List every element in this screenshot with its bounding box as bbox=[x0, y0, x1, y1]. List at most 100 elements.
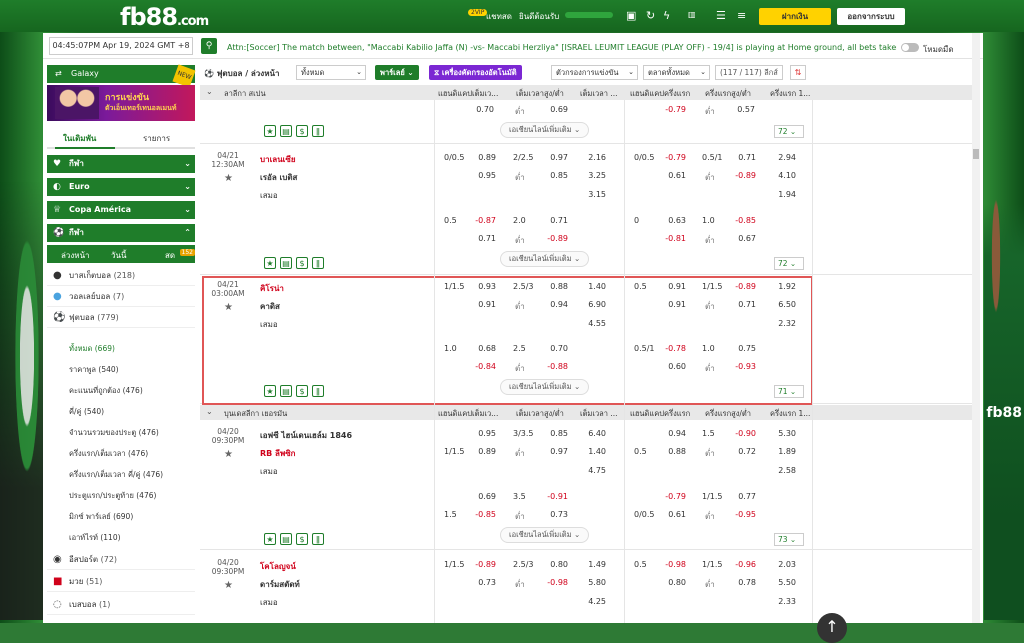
odds-cell[interactable]: 1.94 bbox=[768, 190, 796, 199]
stats-icon[interactable]: ▤ bbox=[280, 533, 292, 545]
tab-mybets[interactable]: ในเดิมพัน bbox=[63, 132, 96, 145]
odds-cell[interactable]: 0.89 bbox=[468, 447, 496, 456]
sport-esports[interactable]: ◉ อีสปอร์ต (72) bbox=[47, 549, 195, 570]
sort-select[interactable]: ตัวกรองการแข่งขัน ⌄ bbox=[551, 65, 638, 80]
odds-cell[interactable]: -0.79 bbox=[658, 153, 686, 162]
wallet-icon[interactable]: ▣ bbox=[626, 9, 636, 22]
star-icon[interactable]: ★ bbox=[264, 533, 276, 545]
odds-cell[interactable]: 0.70 bbox=[466, 105, 494, 114]
refresh-icon[interactable]: ↻ bbox=[646, 9, 655, 22]
odds-cell[interactable]: 0.95 bbox=[468, 429, 496, 438]
odds-cell[interactable]: 3.25 bbox=[578, 171, 606, 180]
sport-baseball[interactable]: ◌ เบสบอล (1) bbox=[47, 594, 195, 615]
tab-list[interactable]: รายการ bbox=[143, 132, 170, 145]
odds-cell[interactable]: -0.79 bbox=[658, 492, 686, 501]
odds-cell[interactable]: -0.79 bbox=[658, 105, 686, 114]
sort-icon[interactable]: ⇅ bbox=[790, 65, 806, 80]
odds-cell[interactable]: 0.69 bbox=[468, 492, 496, 501]
search-icon[interactable]: ⚲ bbox=[201, 38, 217, 54]
collapse-icon[interactable]: ⌄ bbox=[206, 407, 213, 416]
odds-cell[interactable]: 6.40 bbox=[578, 429, 606, 438]
away-team[interactable]: เรอัล เบติส bbox=[260, 171, 297, 184]
auto-filter-button[interactable]: ⧖ เครื่องคัดกรองอัตโนมัติ bbox=[429, 65, 522, 80]
odds-cell[interactable]: 4.25 bbox=[578, 597, 606, 606]
all-select[interactable]: ทั้งหมด ⌄ bbox=[296, 65, 366, 80]
odds-cell[interactable]: 2.03 bbox=[768, 560, 796, 569]
favorite-star-icon[interactable]: ★ bbox=[224, 449, 233, 460]
odds-cell[interactable]: -0.87 bbox=[468, 216, 496, 225]
home-team[interactable]: บาเลนเซีย bbox=[260, 153, 296, 166]
subitem-total-goals[interactable]: จำนวนรวมของประตู (476) bbox=[69, 427, 159, 439]
chart-icon[interactable]: ǁ bbox=[312, 533, 324, 545]
odds-cell[interactable]: 0.97 bbox=[540, 153, 568, 162]
odds-cell[interactable]: 0.85 bbox=[540, 171, 568, 180]
subitem-first-last-goal[interactable]: ประตูแรก/ประตูท้าย (476) bbox=[69, 490, 156, 502]
sport-boxing[interactable]: ■ มวย (51) bbox=[47, 571, 195, 592]
promo-banner[interactable]: การแข่งขัน ตัวเอ็นเทอร์เทนอลเมนท์ bbox=[47, 85, 195, 121]
odds-cell[interactable]: -0.90 bbox=[728, 429, 756, 438]
category-sports[interactable]: ♥ กีฬา ⌄ bbox=[47, 155, 195, 173]
favorite-star-icon[interactable]: ★ bbox=[224, 173, 233, 184]
tab-early[interactable]: ล่วงหน้า bbox=[61, 249, 90, 266]
odds-cell[interactable]: 0.73 bbox=[468, 578, 496, 587]
dollar-icon[interactable]: $ bbox=[296, 125, 308, 137]
odds-cell[interactable]: -0.98 bbox=[540, 578, 568, 587]
parlay-button[interactable]: พาร์เลย์ ⌄ bbox=[375, 65, 419, 80]
odds-cell[interactable]: 0.69 bbox=[540, 105, 568, 114]
odds-cell[interactable]: 0.63 bbox=[658, 216, 686, 225]
subitem-mix-parlay[interactable]: มิกซ์ พาร์เลย์ (690) bbox=[69, 511, 133, 523]
odds-cell[interactable]: 2.33 bbox=[768, 597, 796, 606]
league-header-bundesliga[interactable]: ⌄ บุนเดสลีกา เยอรมัน แฮนดิแคปเต็มเว... เ… bbox=[200, 405, 980, 420]
subitem-ht-ft-odd-even[interactable]: ครึ่งแรก/เต็มเวลา คี่/คู่ (476) bbox=[69, 469, 163, 481]
scrollbar-thumb[interactable] bbox=[973, 149, 979, 159]
sport-volleyball[interactable]: ● วอลเลย์บอล (7) bbox=[47, 286, 195, 307]
odds-cell[interactable]: 5.30 bbox=[768, 429, 796, 438]
odds-cell[interactable]: 4.10 bbox=[768, 171, 796, 180]
collapse-icon[interactable]: ⌄ bbox=[206, 87, 213, 96]
sport-basketball[interactable]: ● บาสเก็ตบอล (218) bbox=[47, 265, 195, 286]
category-sports-2[interactable]: ⚽ กีฬา ⌃ bbox=[47, 224, 195, 242]
odds-cell[interactable]: 0.73 bbox=[540, 510, 568, 519]
odds-cell[interactable]: 2.58 bbox=[768, 466, 796, 475]
odds-cell[interactable]: 1.89 bbox=[768, 447, 796, 456]
category-euro[interactable]: ◐ Euro ⌄ bbox=[47, 178, 195, 196]
announcement-marquee[interactable]: Attn:[Soccer] The match between, "Maccab… bbox=[227, 43, 897, 52]
logout-button[interactable]: ออกจากระบบ bbox=[837, 8, 905, 25]
subitem-correct-score[interactable]: คะแนนที่ถูกต้อง (476) bbox=[69, 385, 143, 397]
odds-cell[interactable]: 4.75 bbox=[578, 466, 606, 475]
odds-cell[interactable]: 5.80 bbox=[578, 578, 606, 587]
promo-icon[interactable]: ▥ bbox=[688, 10, 696, 19]
dollar-icon[interactable]: $ bbox=[296, 533, 308, 545]
odds-cell[interactable]: 0.80 bbox=[658, 578, 686, 587]
lightning-icon[interactable]: ϟ bbox=[663, 9, 670, 22]
odds-cell[interactable]: 3.15 bbox=[578, 190, 606, 199]
stats-icon[interactable]: ▤ bbox=[280, 257, 292, 269]
more-lines-button[interactable]: เอเชียนไลน์เพิ่มเติม ⌄ bbox=[500, 122, 590, 138]
odds-cell[interactable]: 2.94 bbox=[768, 153, 796, 162]
tab-live[interactable]: สด bbox=[165, 249, 175, 262]
category-copa-america[interactable]: ♕ Copa América ⌄ bbox=[47, 201, 195, 219]
page-scrollbar[interactable] bbox=[972, 33, 980, 623]
odds-cell[interactable]: 0.97 bbox=[540, 447, 568, 456]
odds-cell[interactable]: 0.67 bbox=[728, 234, 756, 243]
tab-today[interactable]: วันนี้ bbox=[111, 249, 126, 262]
odds-cell[interactable]: 5.50 bbox=[768, 578, 796, 587]
star-icon[interactable]: ★ bbox=[264, 257, 276, 269]
odds-cell[interactable]: 0.71 bbox=[468, 234, 496, 243]
odds-cell[interactable]: 0.61 bbox=[658, 510, 686, 519]
menu-icon[interactable]: ≡ bbox=[737, 9, 746, 22]
favorite-star-icon[interactable]: ★ bbox=[224, 580, 233, 591]
chart-icon[interactable]: ǁ bbox=[312, 125, 324, 137]
odds-cell[interactable]: 0.71 bbox=[728, 153, 756, 162]
odds-cell[interactable]: -0.89 bbox=[468, 560, 496, 569]
subitem-odd-even[interactable]: คี่/คู่ (540) bbox=[69, 406, 104, 418]
subitem-all[interactable]: ทั้งหมด (669) bbox=[69, 343, 115, 355]
stats-icon[interactable]: ▤ bbox=[280, 125, 292, 137]
odds-cell[interactable]: 0.95 bbox=[468, 171, 496, 180]
odds-cell[interactable]: 0.72 bbox=[728, 447, 756, 456]
league-header-laliga[interactable]: ⌄ ลาลีกา สเปน แฮนดิแคปเต็มเว... เต็มเวลา… bbox=[200, 85, 980, 100]
galaxy-link[interactable]: ⇄ Galaxy NEW bbox=[47, 64, 196, 88]
odds-cell[interactable]: 0.77 bbox=[728, 492, 756, 501]
odds-cell[interactable]: -0.91 bbox=[540, 492, 568, 501]
odds-cell[interactable]: 0.71 bbox=[540, 216, 568, 225]
